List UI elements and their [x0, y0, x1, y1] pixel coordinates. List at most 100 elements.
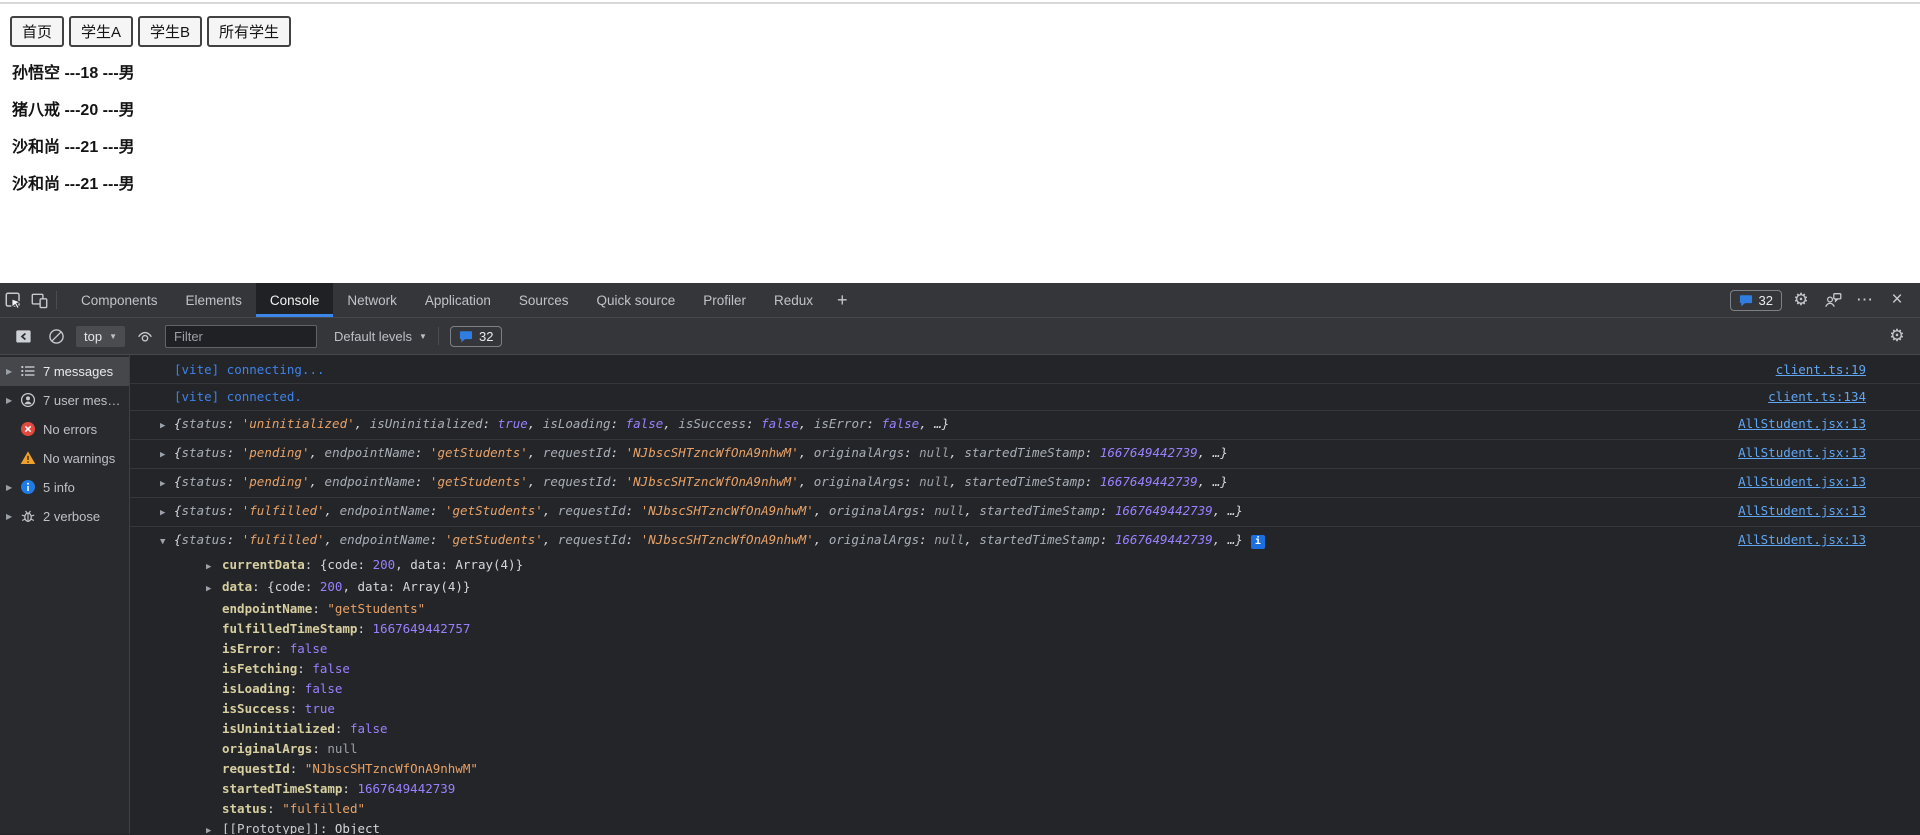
- more-tabs-icon[interactable]: +: [827, 290, 858, 311]
- source-link[interactable]: client.ts:19: [1760, 361, 1866, 379]
- sidebar-item-error[interactable]: No errors: [0, 415, 129, 444]
- console-token: 1667649442739: [1099, 445, 1198, 460]
- toolbar-count-badge[interactable]: 32: [449, 325, 503, 347]
- settings-gear-icon[interactable]: ⚙: [1788, 287, 1814, 313]
- expand-toggle-icon[interactable]: ▶: [160, 446, 174, 464]
- chat-bubble-icon: [1739, 294, 1752, 306]
- console-token: false: [289, 641, 328, 656]
- expand-toggle-icon[interactable]: ▶: [206, 821, 222, 834]
- expand-toggle-icon[interactable]: ▶: [160, 475, 174, 493]
- device-toolbar-icon[interactable]: [26, 287, 52, 313]
- console-token: :: [414, 474, 430, 489]
- console-token: requestId: [557, 503, 626, 518]
- console-token: :: [357, 557, 373, 572]
- inspect-element-icon[interactable]: [0, 287, 26, 313]
- sidebar-item-list[interactable]: ▶ 7 messages: [0, 357, 129, 386]
- tab-sources[interactable]: Sources: [505, 283, 583, 317]
- source-link[interactable]: AllStudent.jsx:13: [1722, 415, 1866, 433]
- expand-arrow-icon[interactable]: ▶: [6, 483, 20, 492]
- log-levels-dropdown[interactable]: Default levels ▼: [334, 329, 427, 344]
- console-token: startedTimeStamp: [979, 532, 1100, 547]
- console-token: ,: [964, 503, 980, 518]
- console-token: :: [625, 532, 641, 547]
- clear-console-icon[interactable]: [43, 323, 69, 349]
- property-key: isUninitialized: [222, 721, 335, 736]
- console-token: ,: [813, 532, 829, 547]
- expand-toggle-icon[interactable]: ▶: [160, 417, 174, 435]
- console-token: false: [881, 416, 920, 431]
- source-link[interactable]: AllStudent.jsx:13: [1722, 473, 1866, 491]
- sidebar-item-user[interactable]: ▶ 7 user messages: [0, 386, 129, 415]
- tab-profiler[interactable]: Profiler: [689, 283, 760, 317]
- console-token: , …}: [1197, 445, 1228, 460]
- console-sidebar: ▶ 7 messages ▶ 7 user messages No errors No w…: [0, 355, 130, 834]
- console-row-head: ▼ {status: 'fulfilled', endpointName: 'ge…: [130, 527, 1920, 555]
- more-options-icon[interactable]: ⋯: [1852, 287, 1878, 313]
- console-token: :: [919, 503, 935, 518]
- sidebar-item-label: No errors: [43, 422, 98, 437]
- console-row: [vite] connected. client.ts:134: [130, 384, 1920, 411]
- expand-toggle-icon[interactable]: ▶: [206, 579, 222, 599]
- console-token: :: [226, 445, 242, 460]
- expand-arrow-icon[interactable]: ▶: [6, 396, 20, 405]
- expand-toggle-icon[interactable]: ▼: [160, 533, 174, 551]
- console-token: data: [410, 557, 441, 572]
- sidebar-item-label: No warnings: [43, 451, 116, 466]
- console-token: false: [625, 416, 664, 431]
- console-token: true: [497, 416, 528, 431]
- tab-network[interactable]: Network: [333, 283, 411, 317]
- tab-console[interactable]: Console: [255, 283, 334, 317]
- sidebar-item-info[interactable]: ▶ 5 info: [0, 473, 129, 502]
- object-property-row: originalArgs: null: [130, 739, 1920, 759]
- source-link[interactable]: AllStudent.jsx:13: [1722, 444, 1866, 462]
- tab-redux[interactable]: Redux: [760, 283, 827, 317]
- tab-quick-source[interactable]: Quick source: [582, 283, 689, 317]
- console-token: 'getStudents': [444, 503, 543, 518]
- source-link[interactable]: AllStudent.jsx:13: [1722, 502, 1866, 520]
- nav-button-2[interactable]: 学生B: [138, 16, 203, 47]
- context-selector-value: top: [84, 328, 103, 344]
- live-expression-eye-icon[interactable]: [132, 323, 158, 349]
- console-token: ,: [395, 557, 411, 572]
- console-settings-gear-icon[interactable]: ⚙: [1884, 323, 1910, 349]
- console-token: :: [304, 579, 320, 594]
- console-token: requestId: [542, 474, 611, 489]
- sidebar-item-label: 5 info: [43, 480, 75, 495]
- property-key: isSuccess: [222, 701, 290, 716]
- list-icon: [20, 363, 37, 380]
- console-token: endpointName: [324, 445, 415, 460]
- console-row-head: [vite] connecting... client.ts:19: [130, 357, 1920, 383]
- console-token: , …}: [1197, 474, 1228, 489]
- expand-arrow-icon[interactable]: ▶: [6, 367, 20, 376]
- console-token: :: [267, 801, 283, 816]
- console-token: :: [319, 821, 335, 834]
- tab-application[interactable]: Application: [411, 283, 505, 317]
- source-link[interactable]: AllStudent.jsx:13: [1722, 531, 1866, 549]
- console-sidebar-toggle-icon[interactable]: [10, 323, 36, 349]
- property-key: [[Prototype]]: [222, 821, 320, 834]
- info-badge[interactable]: i: [1250, 535, 1265, 549]
- close-devtools-icon[interactable]: ×: [1884, 287, 1910, 313]
- expand-toggle-icon[interactable]: ▶: [160, 504, 174, 522]
- object-property-row: isUninitialized: false: [130, 719, 1920, 739]
- expand-toggle-icon[interactable]: ▶: [206, 557, 222, 577]
- feedback-icon[interactable]: [1820, 287, 1846, 313]
- filter-input[interactable]: [165, 324, 317, 348]
- nav-button-0[interactable]: 首页: [10, 16, 65, 47]
- console-token: {: [174, 532, 182, 547]
- sidebar-item-bug[interactable]: ▶ 2 verbose: [0, 502, 129, 531]
- console-token: :: [919, 532, 935, 547]
- console-token: endpointName: [339, 532, 430, 547]
- sidebar-item-warning[interactable]: No warnings: [0, 444, 129, 473]
- source-link[interactable]: client.ts:134: [1752, 388, 1866, 406]
- nav-button-1[interactable]: 学生A: [69, 16, 134, 47]
- tab-elements[interactable]: Elements: [172, 283, 256, 317]
- object-preview: ▶ {status: 'pending', endpointName: 'getS…: [160, 444, 1228, 464]
- context-selector[interactable]: top ▼: [76, 325, 125, 347]
- tab-components[interactable]: Components: [67, 283, 172, 317]
- console-token: originalArgs: [828, 532, 920, 547]
- nav-button-3[interactable]: 所有学生: [207, 16, 292, 47]
- console-count-badge[interactable]: 32: [1729, 289, 1782, 311]
- devtools-tabbar: Components Elements Console Network Applicat…: [0, 283, 1920, 318]
- expand-arrow-icon[interactable]: ▶: [6, 512, 20, 521]
